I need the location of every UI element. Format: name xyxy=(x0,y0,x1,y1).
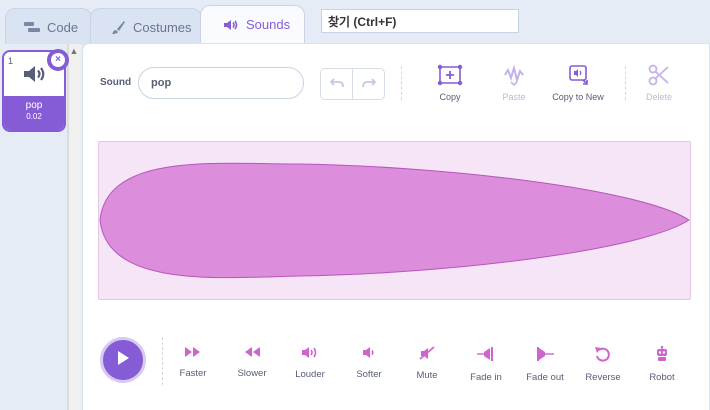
robot-icon xyxy=(654,345,670,365)
sound-name-input[interactable] xyxy=(138,67,304,99)
effect-fade-in-label: Fade in xyxy=(470,372,502,383)
scroll-up-arrow-icon[interactable]: ▲ xyxy=(68,46,80,58)
copy-to-new-label: Copy to New xyxy=(552,92,604,102)
fade-out-icon xyxy=(535,347,555,365)
effect-robot-label: Robot xyxy=(649,372,675,383)
effect-mute-button[interactable]: Mute xyxy=(401,346,453,381)
undo-redo-group xyxy=(320,68,385,100)
slower-icon xyxy=(243,347,261,361)
tab-costumes-label: Costumes xyxy=(133,19,192,35)
undo-icon xyxy=(329,75,344,93)
copy-button[interactable]: Copy xyxy=(415,64,485,102)
redo-icon xyxy=(361,75,376,93)
softer-icon xyxy=(360,347,378,362)
effect-fade-out-label: Fade out xyxy=(526,372,564,383)
sound-name-label: Sound xyxy=(100,77,132,88)
code-icon xyxy=(24,21,40,33)
speaker-icon xyxy=(23,64,47,89)
play-icon xyxy=(116,350,130,371)
toolbar-divider xyxy=(401,66,402,100)
sound-tile-number: 1 xyxy=(8,56,14,66)
speaker-icon xyxy=(223,18,239,32)
paste-icon xyxy=(501,64,527,88)
tab-code-label: Code xyxy=(47,19,79,35)
effect-fade-out-button[interactable]: Fade out xyxy=(519,346,571,383)
tab-sounds-label: Sounds xyxy=(246,17,291,32)
delete-button[interactable]: Delete xyxy=(624,64,694,102)
louder-icon xyxy=(301,347,319,362)
delete-sound-button[interactable]: × xyxy=(47,49,69,71)
effect-faster-button[interactable]: Faster xyxy=(167,346,219,379)
waveform-area[interactable] xyxy=(98,141,691,300)
redo-button[interactable] xyxy=(353,69,384,99)
reverse-icon xyxy=(594,347,612,365)
effect-reverse-button[interactable]: Reverse xyxy=(577,346,629,383)
effect-softer-label: Softer xyxy=(356,369,382,380)
close-icon: × xyxy=(51,53,65,67)
paste-label: Paste xyxy=(502,92,526,102)
paste-button[interactable]: Paste xyxy=(479,64,549,102)
search-input[interactable] xyxy=(321,9,519,33)
effects-divider xyxy=(162,337,163,385)
copy-to-new-button[interactable]: Copy to New xyxy=(543,64,613,102)
effect-softer-button[interactable]: Softer xyxy=(343,346,395,380)
delete-label: Delete xyxy=(645,92,672,102)
effect-faster-label: Faster xyxy=(179,368,207,379)
effect-slower-button[interactable]: Slower xyxy=(226,346,278,379)
effect-fade-in-button[interactable]: Fade in xyxy=(460,346,512,383)
play-button[interactable] xyxy=(100,337,146,383)
sound-tile-footer: pop 0.02 xyxy=(4,96,64,130)
scissors-icon xyxy=(648,64,670,88)
effect-robot-button[interactable]: Robot xyxy=(636,345,688,383)
tab-costumes[interactable]: Costumes xyxy=(90,8,202,45)
effect-mute-label: Mute xyxy=(416,370,438,381)
effect-louder-label: Louder xyxy=(295,369,325,380)
copy-icon xyxy=(437,64,463,88)
effect-slower-label: Slower xyxy=(237,368,267,379)
fade-in-icon xyxy=(476,347,496,365)
copy-label: Copy xyxy=(439,92,461,102)
sound-tile-name: pop xyxy=(25,100,43,111)
tab-sounds[interactable]: Sounds xyxy=(200,5,305,43)
undo-button[interactable] xyxy=(321,69,353,99)
sound-tile-duration: 0.02 xyxy=(26,112,42,121)
sound-editor: Sound Copy Paste Copy to New xyxy=(82,43,710,410)
scrollbar[interactable] xyxy=(68,44,81,410)
effect-reverse-label: Reverse xyxy=(585,372,621,383)
mute-icon xyxy=(418,346,436,363)
effect-louder-button[interactable]: Louder xyxy=(284,346,336,380)
brush-icon xyxy=(111,20,126,35)
tab-code[interactable]: Code xyxy=(5,8,92,45)
waveform xyxy=(99,162,690,279)
copy-to-new-icon xyxy=(565,65,591,88)
faster-icon xyxy=(184,347,202,361)
